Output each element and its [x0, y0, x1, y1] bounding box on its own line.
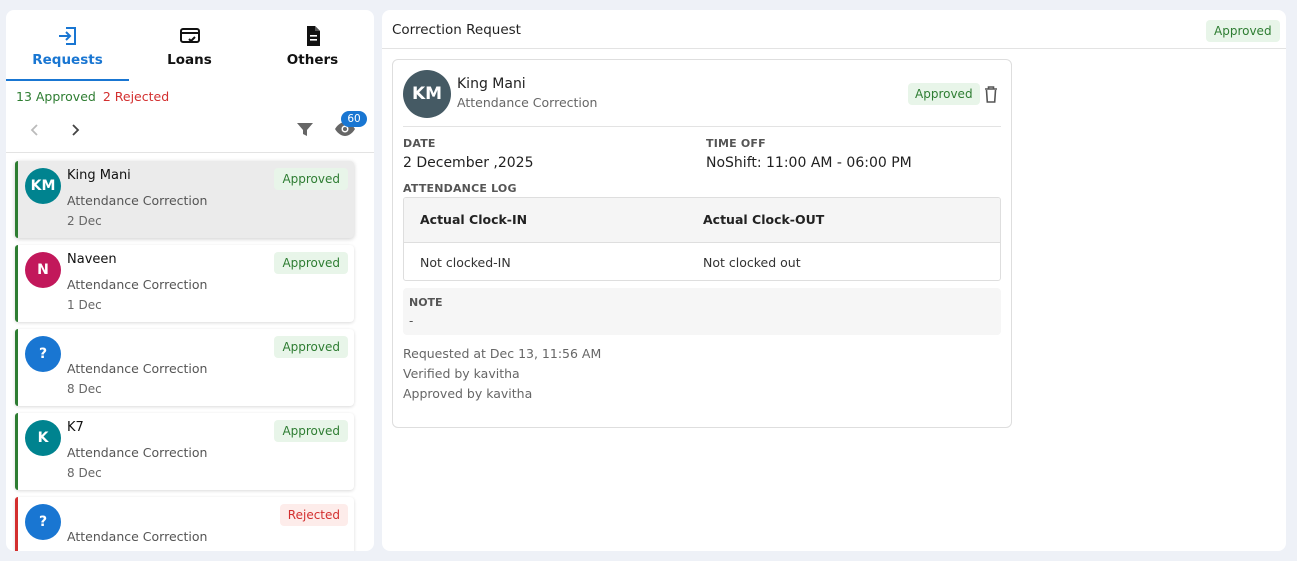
verified-by: Verified by kavitha — [403, 366, 520, 381]
requested-at: Requested at Dec 13, 11:56 AM — [403, 346, 602, 361]
tab-others-label: Others — [286, 52, 339, 68]
approved-count: 13 Approved — [16, 89, 96, 104]
tab-requests[interactable]: Requests — [6, 10, 129, 82]
employee-name: King Mani — [457, 76, 526, 92]
request-card[interactable]: N Naveen Attendance Correction 1 Dec App… — [15, 245, 354, 322]
detail-panel: Correction Request Approved KM King Mani… — [382, 10, 1286, 551]
request-date: 8 Dec — [67, 466, 102, 480]
status-badge: Approved — [908, 83, 980, 105]
clock-out-value: Not clocked out — [703, 255, 801, 270]
chevron-left-icon[interactable] — [25, 120, 45, 140]
clock-in-header: Actual Clock-IN — [420, 212, 528, 227]
note-box: NOTE - — [403, 288, 1001, 335]
active-tab-indicator — [6, 79, 129, 81]
status-bar — [15, 497, 18, 551]
request-date: 2 Dec — [67, 214, 102, 228]
document-icon — [306, 26, 320, 46]
avatar: ? — [25, 504, 61, 540]
avatar: K — [25, 420, 61, 456]
request-card[interactable]: ? Attendance Correction 8 Dec Approved — [15, 329, 354, 406]
time-off-label: TIME OFF — [706, 137, 766, 150]
time-off-value: NoShift: 11:00 AM - 06:00 PM — [706, 155, 912, 171]
attendance-log-table: Actual Clock-IN Actual Clock-OUT Not clo… — [403, 197, 1001, 281]
tab-others[interactable]: Others — [251, 10, 374, 82]
login-arrow-icon — [58, 27, 76, 45]
rejected-count: 2 Rejected — [102, 89, 170, 104]
request-type: Attendance Correction — [67, 529, 208, 544]
request-name: Naveen — [67, 252, 117, 267]
filter-icon[interactable] — [294, 118, 316, 140]
tab-requests-label: Requests — [32, 52, 103, 68]
note-label: NOTE — [409, 296, 443, 309]
request-date: 1 Dec — [67, 298, 102, 312]
status-badge: Approved — [274, 252, 348, 274]
date-value: 2 December ,2025 — [403, 155, 534, 171]
card-divider — [403, 126, 1001, 127]
request-card[interactable]: K K7 Attendance Correction 8 Dec Approve… — [15, 413, 354, 490]
visible-count-badge: 60 — [341, 111, 367, 127]
header-divider — [382, 48, 1286, 49]
tab-loans[interactable]: Loans — [128, 10, 251, 82]
status-badge: Approved — [274, 336, 348, 358]
page-title: Correction Request — [392, 22, 521, 38]
date-label: DATE — [403, 137, 436, 150]
request-name: K7 — [67, 420, 84, 435]
request-type: Attendance Correction — [67, 361, 208, 376]
approved-by: Approved by kavitha — [403, 386, 533, 401]
tab-loans-label: Loans — [167, 52, 212, 68]
chevron-right-icon[interactable] — [65, 120, 85, 140]
status-badge: Approved — [1206, 20, 1280, 42]
status-bar — [15, 245, 18, 322]
clock-out-header: Actual Clock-OUT — [703, 212, 825, 227]
avatar: KM — [403, 70, 451, 118]
note-value: - — [409, 314, 414, 328]
status-badge: Rejected — [279, 504, 348, 526]
request-card[interactable]: ? Attendance Correction Rejected — [15, 497, 354, 551]
request-type: Attendance Correction — [67, 445, 208, 460]
tab-bar: Requests Loans Others — [6, 10, 374, 82]
avatar: ? — [25, 336, 61, 372]
status-bar — [15, 413, 18, 490]
avatar: N — [25, 252, 61, 288]
request-type: Attendance Correction — [67, 193, 208, 208]
avatar: KM — [25, 168, 61, 204]
clock-in-value: Not clocked-IN — [420, 255, 511, 270]
requests-panel: Requests Loans Others 13 Approved 2 Reje… — [6, 10, 374, 551]
status-bar — [15, 329, 18, 406]
attendance-log-label: ATTENDANCE LOG — [403, 182, 517, 195]
status-summary: 13 Approved 2 Rejected — [16, 89, 169, 104]
card-check-icon — [179, 28, 200, 43]
request-type: Attendance Correction — [67, 277, 208, 292]
status-badge: Approved — [274, 168, 348, 190]
request-list: KM King Mani Attendance Correction 2 Dec… — [6, 153, 374, 551]
request-date: 8 Dec — [67, 382, 102, 396]
request-detail-card: KM King Mani Attendance Correction Appro… — [392, 59, 1012, 428]
status-bar — [15, 161, 18, 238]
request-type: Attendance Correction — [457, 95, 598, 110]
request-name: King Mani — [67, 168, 131, 183]
status-badge: Approved — [274, 420, 348, 442]
request-card[interactable]: KM King Mani Attendance Correction 2 Dec… — [15, 161, 354, 238]
trash-icon[interactable] — [982, 84, 1000, 104]
